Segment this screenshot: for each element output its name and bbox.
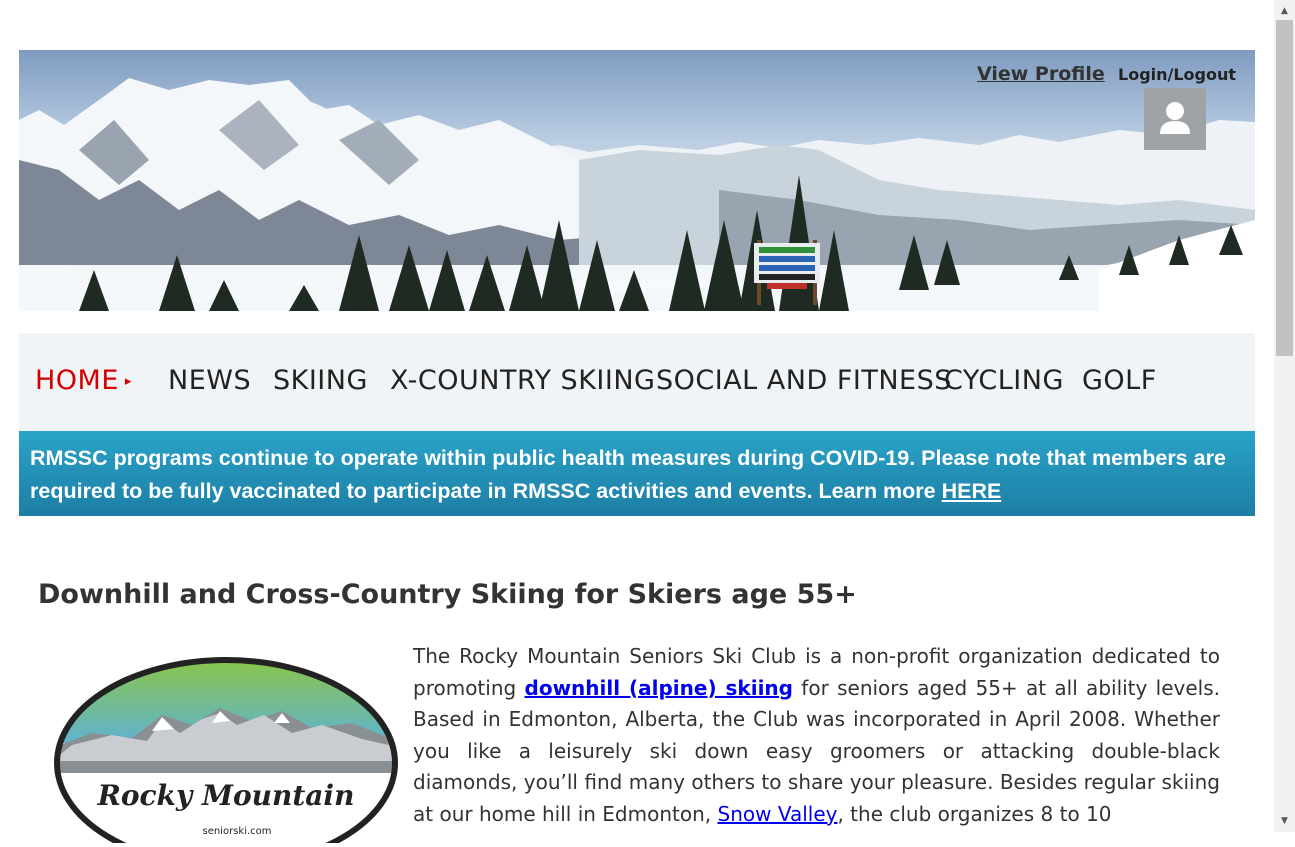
nav-item-social-and-fitness[interactable]: SOCIAL AND FITNESS xyxy=(656,365,952,396)
nav-item-label: SOCIAL AND FITNESS xyxy=(656,365,952,396)
mountain-landscape-image xyxy=(19,78,1255,311)
header-banner xyxy=(19,50,1255,311)
nav-item-label: CYCLING xyxy=(944,365,1064,396)
nav-item-home[interactable]: HOME ▸ xyxy=(35,365,132,396)
logo-text-line1: Rocky Mountain xyxy=(97,779,355,812)
active-arrow-icon: ▸ xyxy=(124,374,132,389)
nav-item-label: NEWS xyxy=(168,365,252,396)
vertical-scrollbar[interactable]: ▲ ▼ xyxy=(1274,0,1295,832)
downhill-skiing-link[interactable]: downhill (alpine) skiing xyxy=(525,676,793,700)
notice-message: RMSSC programs continue to operate withi… xyxy=(30,446,1226,503)
scroll-up-arrow-icon[interactable]: ▲ xyxy=(1274,0,1295,20)
notice-text: RMSSC programs continue to operate withi… xyxy=(30,442,1250,508)
user-avatar-icon[interactable] xyxy=(1144,88,1206,150)
intro-text-3: , the club organizes 8 to 10 xyxy=(837,801,1112,826)
nav-item-x-country-skiing[interactable]: X-COUNTRY SKIING xyxy=(390,365,655,396)
nav-item-label: SKIING xyxy=(273,365,368,396)
club-logo: Rocky Mountain seniorski.com xyxy=(52,653,402,847)
intro-paragraph: The Rocky Mountain Seniors Ski Club is a… xyxy=(413,641,1220,830)
scroll-thumb[interactable] xyxy=(1276,20,1293,356)
nav-item-skiing[interactable]: SKIING xyxy=(273,365,368,396)
notice-here-link[interactable]: HERE xyxy=(942,479,1002,503)
nav-item-label: GOLF xyxy=(1082,365,1157,396)
login-logout-label[interactable]: Login/Logout xyxy=(1118,65,1236,84)
nav-item-news[interactable]: NEWS xyxy=(168,365,251,396)
snow-valley-link[interactable]: Snow Valley xyxy=(718,802,838,826)
nav-item-label: X-COUNTRY SKIING xyxy=(390,365,656,396)
nav-item-cycling[interactable]: CYCLING xyxy=(944,365,1064,396)
nav-item-label: HOME xyxy=(35,365,119,396)
main-navigation: HOME ▸ NEWS SKIING X-COUNTRY SKIING SOCIA… xyxy=(19,333,1255,431)
view-profile-link[interactable]: View Profile xyxy=(977,63,1105,85)
page-title: Downhill and Cross-Country Skiing for Sk… xyxy=(38,579,857,610)
covid-notice-banner: RMSSC programs continue to operate withi… xyxy=(19,431,1255,516)
scroll-down-arrow-icon[interactable]: ▼ xyxy=(1274,812,1295,832)
nav-item-golf[interactable]: GOLF xyxy=(1082,365,1157,396)
